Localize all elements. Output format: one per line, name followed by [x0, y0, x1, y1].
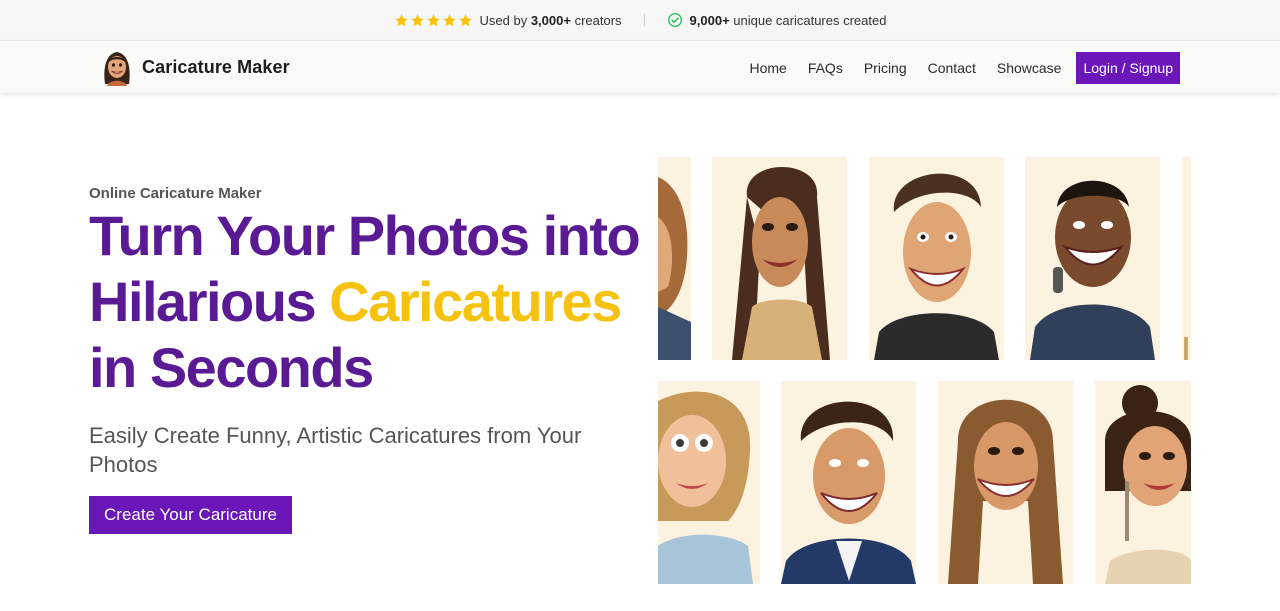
caricature-image [781, 381, 916, 584]
brand-name: Caricature Maker [142, 56, 290, 77]
caricature-gallery [658, 157, 1191, 585]
brand-logo-link[interactable]: Caricature Maker [99, 48, 290, 86]
star-icon [394, 13, 408, 26]
caricature-image [712, 157, 847, 360]
used-by-text: Used by 3,000+ creators [479, 12, 622, 28]
rating-stars [394, 13, 473, 28]
hero-subhead: Easily Create Funny, Artistic Caricature… [89, 423, 582, 477]
nav-home[interactable]: Home [749, 60, 786, 76]
caricature-image [658, 381, 760, 584]
caricature-image [1025, 157, 1160, 360]
nav-pricing[interactable]: Pricing [864, 60, 907, 76]
created-count-text: 9,000+ unique caricatures created [689, 12, 887, 28]
login-signup-button[interactable]: Login / Signup [1076, 52, 1180, 84]
caricature-image [658, 157, 691, 360]
star-icon [442, 13, 456, 26]
nav-menu: Home FAQs Pricing Contact Showcase Login… [728, 52, 1180, 84]
headline-line-2a: Hilarious [89, 270, 330, 333]
caricature-image [869, 157, 1004, 360]
headline-highlight: Caricatures [329, 270, 622, 333]
caricature-image [1095, 381, 1191, 584]
nav-contact[interactable]: Contact [928, 60, 976, 76]
check-circle-icon [667, 13, 682, 27]
caricature-image [1182, 157, 1191, 360]
divider [643, 14, 645, 26]
logo-avatar [104, 52, 130, 86]
star-icon [426, 13, 440, 26]
headline-line-3: in Seconds [89, 336, 374, 399]
star-icon [410, 13, 424, 26]
headline-line-1: Turn Your Photos into [89, 204, 641, 267]
star-icon [458, 13, 472, 26]
main-navbar: Caricature Maker Home FAQs Pricing Conta… [0, 40, 1280, 93]
announcement-bar: Used by 3,000+ creators 9,000+ unique ca… [0, 0, 1280, 40]
nav-showcase[interactable]: Showcase [997, 60, 1062, 76]
hero-eyebrow: Online Caricature Maker [89, 185, 262, 202]
nav-faqs[interactable]: FAQs [808, 60, 843, 76]
create-caricature-button[interactable]: Create Your Caricature [89, 496, 292, 534]
caricature-image [938, 381, 1073, 584]
hero-headline: Turn Your Photos into Hilarious Caricatu… [89, 203, 649, 401]
